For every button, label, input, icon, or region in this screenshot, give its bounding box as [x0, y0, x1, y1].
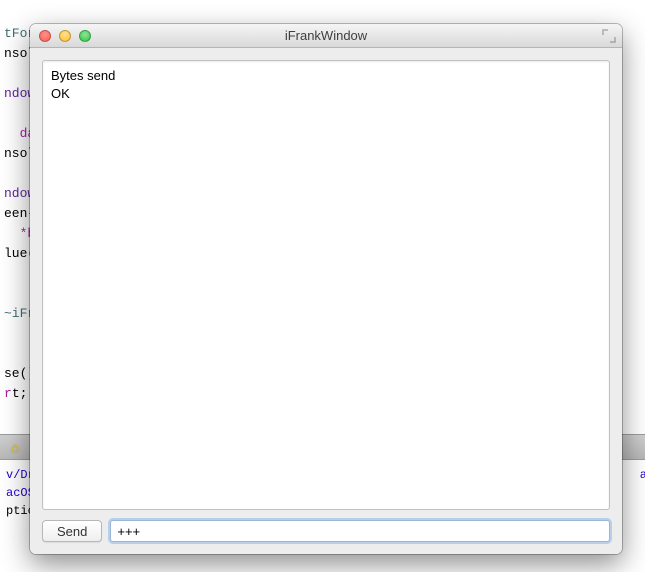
input-row: Send	[42, 520, 610, 542]
close-icon[interactable]	[39, 30, 51, 42]
app-window: iFrankWindow Bytes send OK Send	[30, 24, 622, 554]
window-title: iFrankWindow	[30, 28, 622, 43]
warning-icon[interactable]: ⌂	[6, 438, 24, 456]
zoom-icon[interactable]	[79, 30, 91, 42]
window-body: Bytes send OK Send	[30, 48, 622, 554]
window-titlebar[interactable]: iFrankWindow	[30, 24, 622, 48]
minimize-icon[interactable]	[59, 30, 71, 42]
fullscreen-icon[interactable]	[602, 29, 616, 43]
send-button[interactable]: Send	[42, 520, 102, 542]
window-controls	[30, 30, 91, 42]
command-input[interactable]	[110, 520, 610, 542]
console-output[interactable]: Bytes send OK	[42, 60, 610, 510]
